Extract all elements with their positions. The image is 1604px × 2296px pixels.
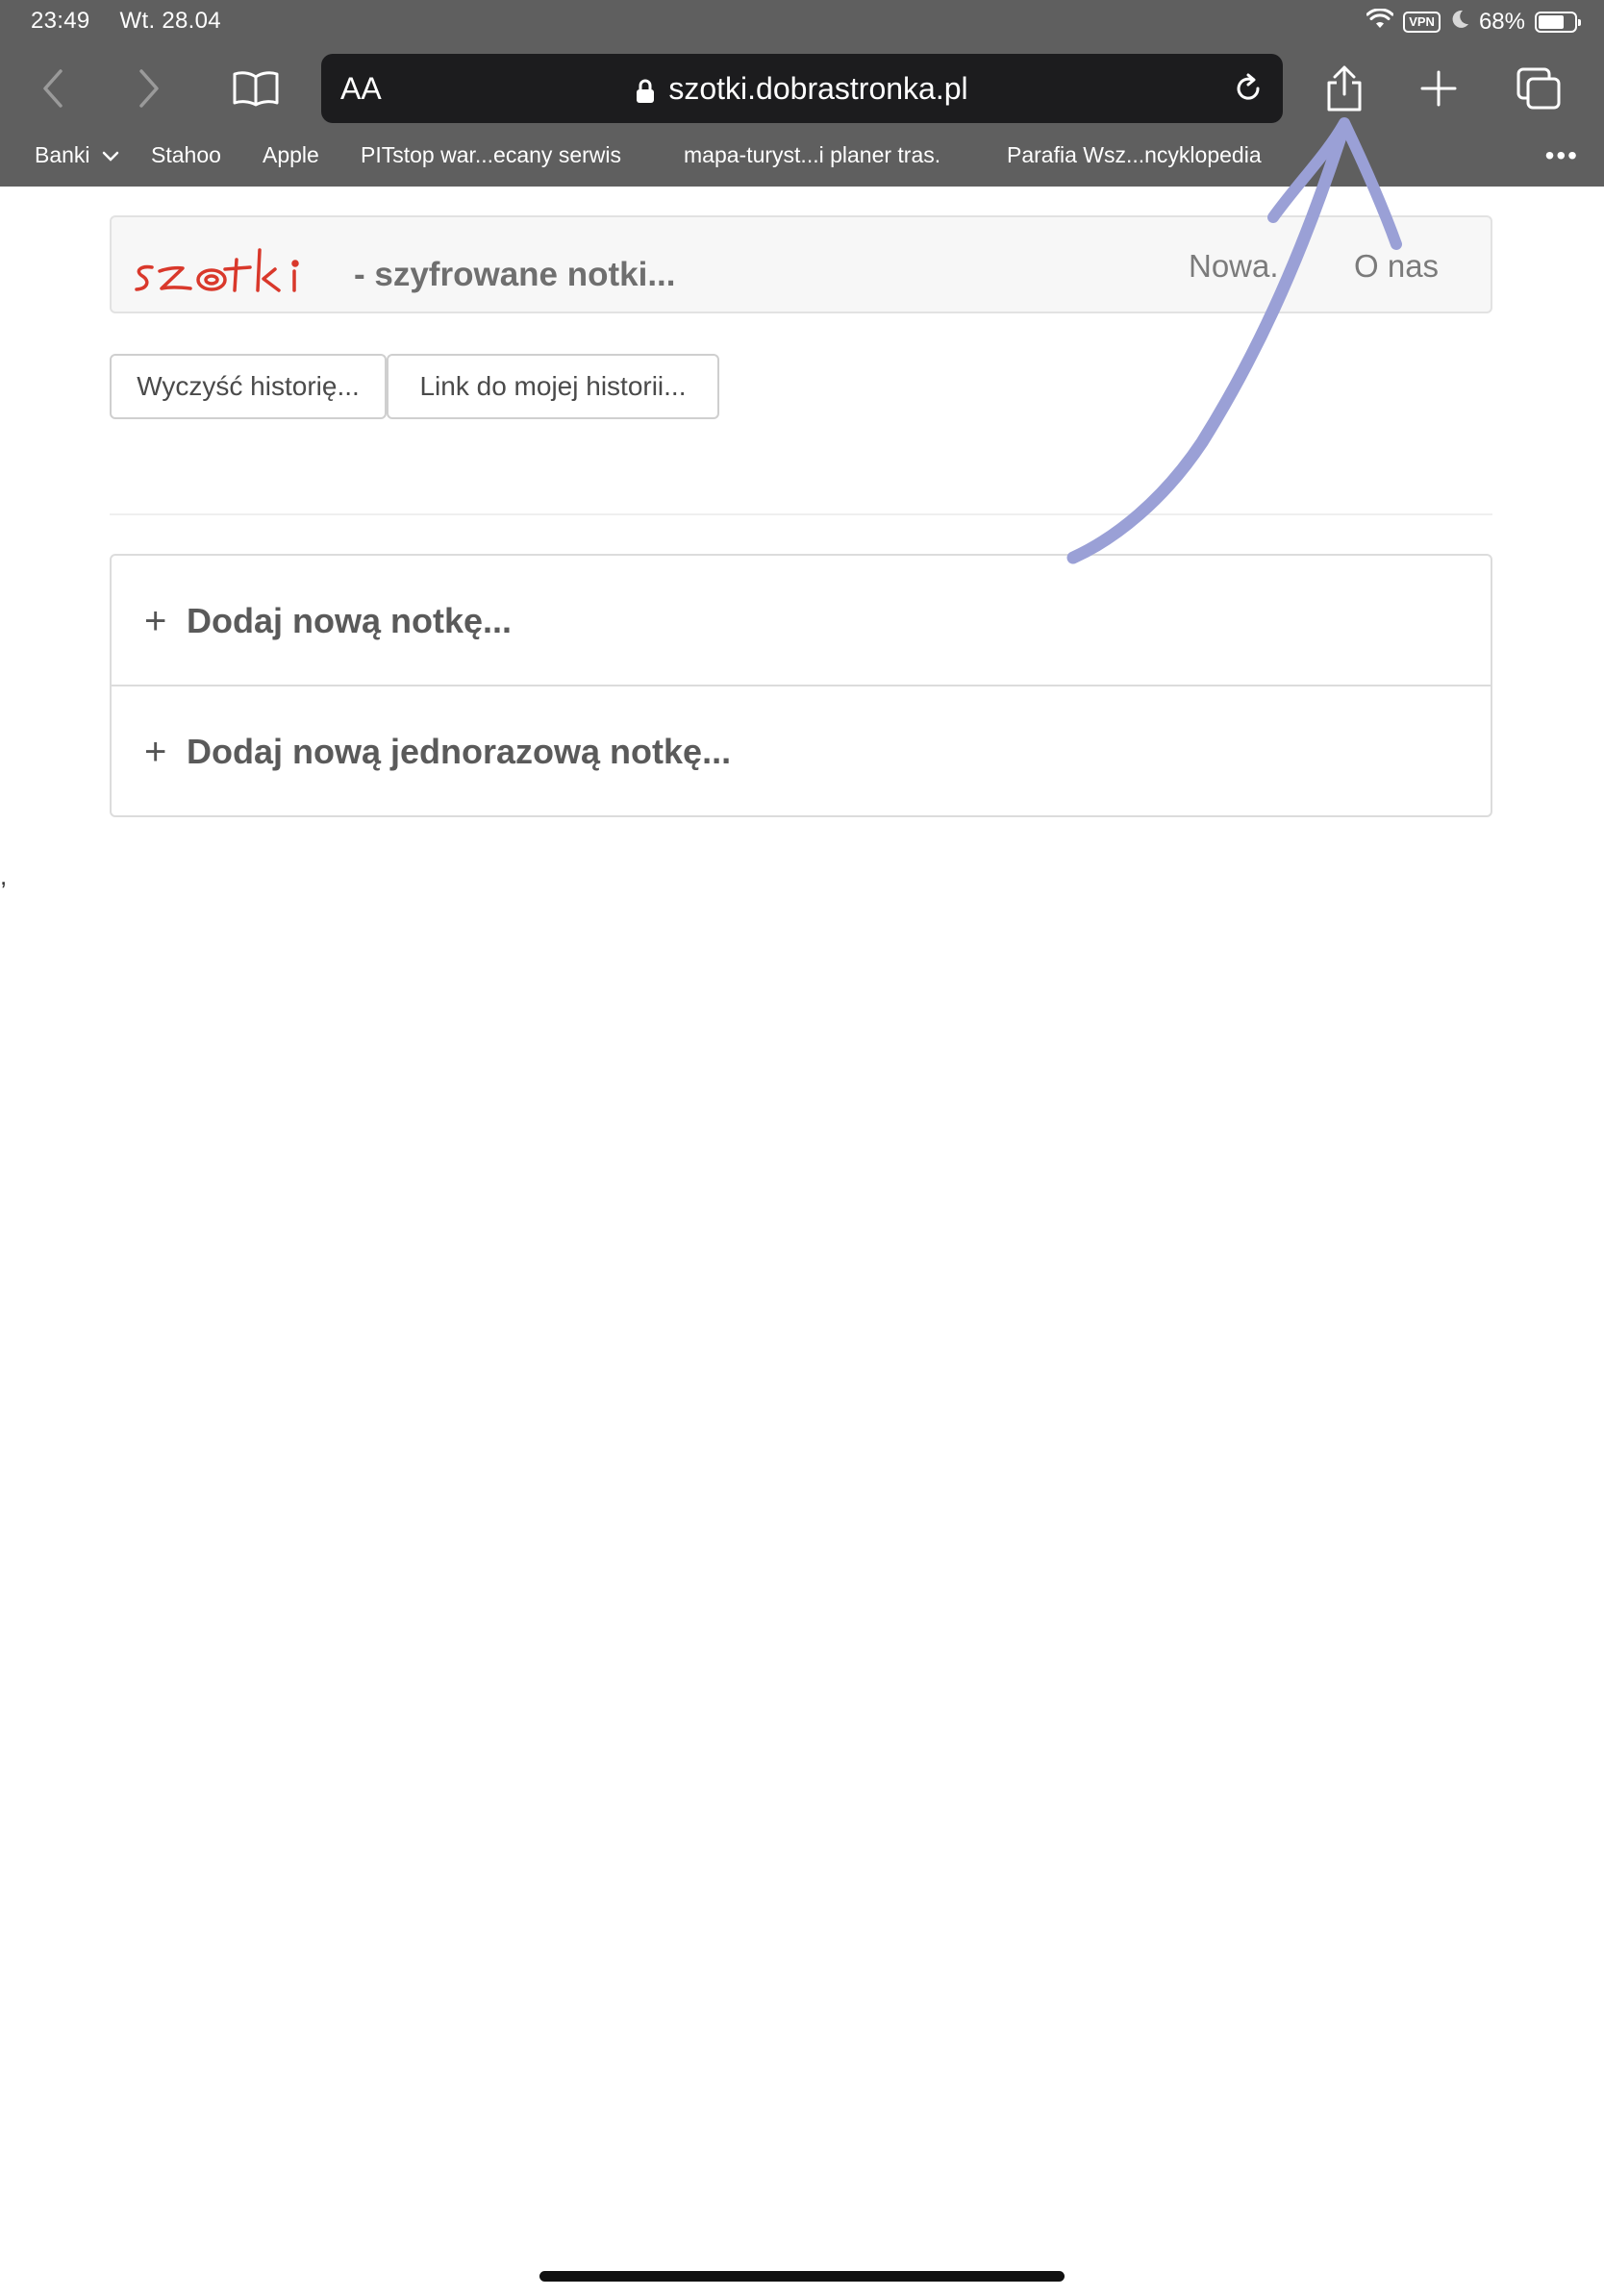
site-logo[interactable] bbox=[129, 225, 350, 306]
add-note-button[interactable]: + Dodaj nową notkę... bbox=[112, 556, 1491, 686]
vpn-badge: VPN bbox=[1403, 12, 1441, 33]
bookmark-folder-banki[interactable]: Banki bbox=[35, 142, 119, 168]
status-right: VPN 68% bbox=[1366, 6, 1581, 38]
browser-toolbar: AA szotki.dobrastronka.pl bbox=[0, 48, 1604, 129]
new-tab-button[interactable] bbox=[1408, 58, 1469, 119]
back-button[interactable] bbox=[23, 58, 85, 119]
status-date: Wt. 28.04 bbox=[119, 8, 221, 34]
forward-icon bbox=[139, 69, 159, 108]
url-field[interactable]: szotki.dobrastronka.pl bbox=[321, 71, 1283, 107]
add-one-time-note-button[interactable]: + Dodaj nową jednorazową notkę... bbox=[112, 686, 1491, 817]
wifi-icon bbox=[1366, 7, 1394, 37]
add-one-time-note-label: Dodaj nową jednorazową notkę... bbox=[187, 732, 732, 771]
share-button[interactable] bbox=[1314, 58, 1375, 119]
notes-list: + Dodaj nową notkę... + Dodaj nową jedno… bbox=[110, 554, 1492, 817]
bookmark-stahoo[interactable]: Stahoo bbox=[151, 142, 221, 168]
site-navbar: - szyfrowane notki... Nowa. O nas bbox=[110, 215, 1492, 313]
bookmark-mapa-turystyczna[interactable]: mapa-turyst...i planer tras. bbox=[684, 142, 940, 168]
share-icon bbox=[1327, 65, 1362, 112]
clear-history-button[interactable]: Wyczyść historię... bbox=[110, 354, 387, 419]
plus-icon: + bbox=[144, 599, 167, 642]
bookmark-parafia[interactable]: Parafia Wsz...ncyklopedia bbox=[1007, 142, 1262, 168]
new-tab-plus-icon bbox=[1420, 70, 1457, 107]
site-tagline: - szyfrowane notki... bbox=[354, 256, 676, 293]
battery-percentage: 68% bbox=[1478, 9, 1525, 35]
tabs-overview-icon bbox=[1516, 67, 1561, 110]
moon-icon bbox=[1450, 9, 1469, 37]
address-bar[interactable]: AA szotki.dobrastronka.pl bbox=[321, 54, 1283, 123]
add-note-label: Dodaj nową notkę... bbox=[187, 601, 513, 640]
more-bookmarks-button[interactable]: ••• bbox=[1545, 140, 1579, 171]
bookmarks-book-icon bbox=[233, 71, 279, 107]
chevron-down-icon bbox=[102, 151, 119, 162]
bookmark-label: Banki bbox=[35, 142, 90, 167]
nav-about[interactable]: O nas bbox=[1354, 248, 1439, 285]
bookmark-pitstop[interactable]: PITstop war...ecany serwis bbox=[361, 142, 621, 168]
tabs-overview-button[interactable] bbox=[1508, 58, 1569, 119]
reload-button[interactable] bbox=[1227, 67, 1269, 110]
forward-button[interactable] bbox=[117, 58, 179, 119]
stray-text: , bbox=[0, 861, 8, 890]
nav-new[interactable]: Nowa. bbox=[1189, 248, 1279, 285]
lock-icon bbox=[637, 79, 655, 103]
reload-icon bbox=[1237, 73, 1260, 100]
status-time: 23:49 bbox=[31, 8, 90, 34]
back-icon bbox=[43, 69, 63, 108]
divider bbox=[110, 513, 1492, 515]
favorites-bar: Banki Stahoo Apple PITstop war...ecany s… bbox=[0, 140, 1604, 179]
home-indicator bbox=[539, 2271, 1065, 2282]
plus-icon: + bbox=[144, 730, 167, 773]
status-left: 23:49 Wt. 28.04 bbox=[31, 8, 221, 35]
status-bar: 23:49 Wt. 28.04 VPN 68% bbox=[0, 0, 1604, 44]
url-text: szotki.dobrastronka.pl bbox=[668, 71, 968, 106]
history-link-button[interactable]: Link do mojej historii... bbox=[387, 354, 719, 419]
battery-icon bbox=[1535, 12, 1581, 33]
annotation-arrow bbox=[1066, 117, 1402, 564]
safari-chrome: 23:49 Wt. 28.04 VPN 68% AA szotki.dobras… bbox=[0, 0, 1604, 187]
bookmark-apple[interactable]: Apple bbox=[263, 142, 319, 168]
bookmarks-button[interactable] bbox=[225, 58, 287, 119]
